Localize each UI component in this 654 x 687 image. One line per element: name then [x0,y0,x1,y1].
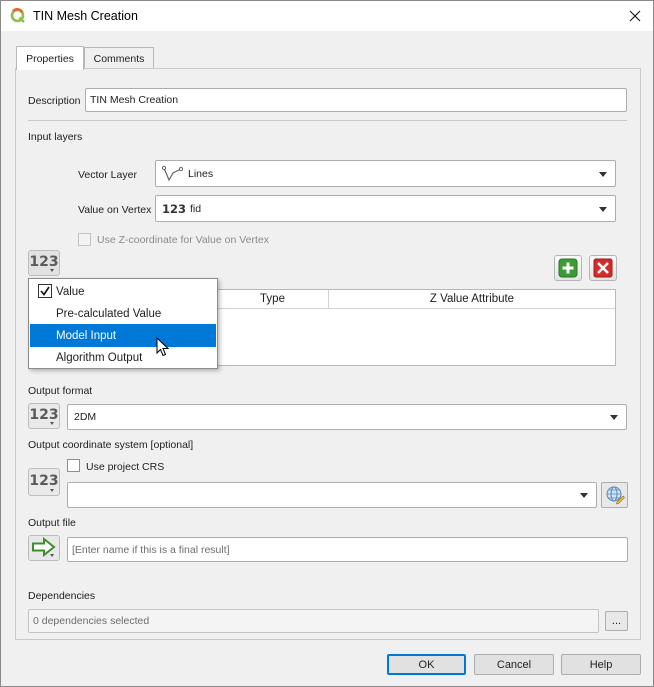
close-icon [629,10,641,22]
header-label: Z Value Attribute [429,293,515,305]
value-on-vertex-value: fid [190,202,202,215]
menu-item-label: Algorithm Output [56,351,143,364]
vector-layer-combo[interactable]: Lines [155,160,616,187]
ok-button[interactable]: OK [387,654,466,675]
input-layers-label: Input layers [28,131,83,143]
output-format-label: Output format [28,385,93,397]
button-label: Cancel [496,658,532,671]
description-label: Description [28,95,81,107]
chevron-down-icon [50,422,54,425]
button-label: OK [418,658,435,671]
output-file-source-button[interactable] [28,535,60,561]
line-layer-icon [162,165,184,181]
browse-label: ... [611,615,622,627]
crs-combo[interactable] [67,482,597,508]
cancel-button[interactable]: Cancel [474,654,554,675]
chevron-down-icon [580,493,588,498]
crs-source-button[interactable]: 123 [28,468,60,496]
header-label: Type [260,293,285,305]
button-label: Help [589,658,613,671]
remove-row-button[interactable] [589,255,617,281]
chevron-down-icon [50,489,54,492]
vector-layer-value: Lines [188,167,214,180]
plus-icon [558,258,578,278]
vector-layer-label: Vector Layer [78,169,137,181]
numeric-source-icon: 123 [29,253,59,270]
dependencies-value: 0 dependencies selected [33,615,150,627]
input-source-button[interactable]: 123 [28,250,60,276]
output-format-source-button[interactable]: 123 [28,403,60,429]
menu-item-label: Value [56,285,85,298]
use-project-crs-checkbox[interactable] [67,459,80,472]
chevron-down-icon [50,269,54,272]
separator [28,120,627,121]
chevron-down-icon [50,554,54,557]
dependencies-field: 0 dependencies selected [28,609,599,633]
value-on-vertex-label: Value on Vertex [78,204,152,216]
checkbox-checked-icon [38,284,52,298]
description-value: TIN Mesh Creation [90,94,179,106]
output-file-input[interactable]: [Enter name if this is a final result] [67,537,628,562]
tab-label: Comments [93,53,145,65]
add-row-button[interactable] [554,255,582,281]
use-z-label: Use Z-coordinate for Value on Vertex [97,234,269,246]
mouse-cursor-icon [156,337,170,357]
value-on-vertex-combo[interactable]: 123 fid [155,195,616,222]
use-z-checkbox[interactable] [78,233,91,246]
table-header-z-value[interactable]: Z Value Attribute [329,290,615,309]
tab-properties[interactable]: Properties [16,46,84,70]
help-button[interactable]: Help [561,654,641,675]
menu-item-label: Model Input [56,329,117,342]
source-dropdown-menu: Value Pre-calculated Value Model Input A… [28,278,218,369]
table-header-type[interactable]: Type [217,290,329,309]
crs-label: Output coordinate system [optional] [28,439,194,451]
select-crs-button[interactable] [601,482,628,508]
output-file-placeholder: [Enter name if this is a final result] [72,543,230,556]
numeric-source-icon: 123 [29,406,59,423]
menu-item-algorithm-output[interactable]: Algorithm Output [30,346,216,369]
globe-icon [606,486,625,505]
output-file-label: Output file [28,517,76,529]
description-input[interactable]: TIN Mesh Creation [85,88,627,112]
title-bar: TIN Mesh Creation [1,1,653,31]
menu-item-model-input[interactable]: Model Input [30,324,216,347]
chevron-down-icon [599,206,607,212]
numeric-source-icon: 123 [29,472,59,489]
close-button[interactable] [623,4,647,28]
chevron-down-icon [610,415,618,420]
tab-label: Properties [26,52,74,65]
dependencies-label: Dependencies [28,590,96,602]
output-format-value: 2DM [74,411,97,423]
tab-comments[interactable]: Comments [84,47,154,70]
z-value-table: Type Z Value Attribute [216,289,616,366]
menu-item-precalculated[interactable]: Pre-calculated Value [30,302,216,325]
chevron-down-icon [599,171,607,177]
qgis-logo-icon [10,8,25,23]
window-title: TIN Mesh Creation [33,9,138,23]
use-project-crs-label: Use project CRS [86,461,165,473]
menu-item-label: Pre-calculated Value [56,307,162,320]
dialog-window: TIN Mesh Creation Properties Comments De… [0,0,654,687]
dependencies-browse-button[interactable]: ... [605,611,628,631]
numeric-field-icon: 123 [162,201,187,216]
output-format-combo[interactable]: 2DM [67,404,627,430]
x-icon [593,258,613,278]
menu-item-value[interactable]: Value [30,280,216,303]
